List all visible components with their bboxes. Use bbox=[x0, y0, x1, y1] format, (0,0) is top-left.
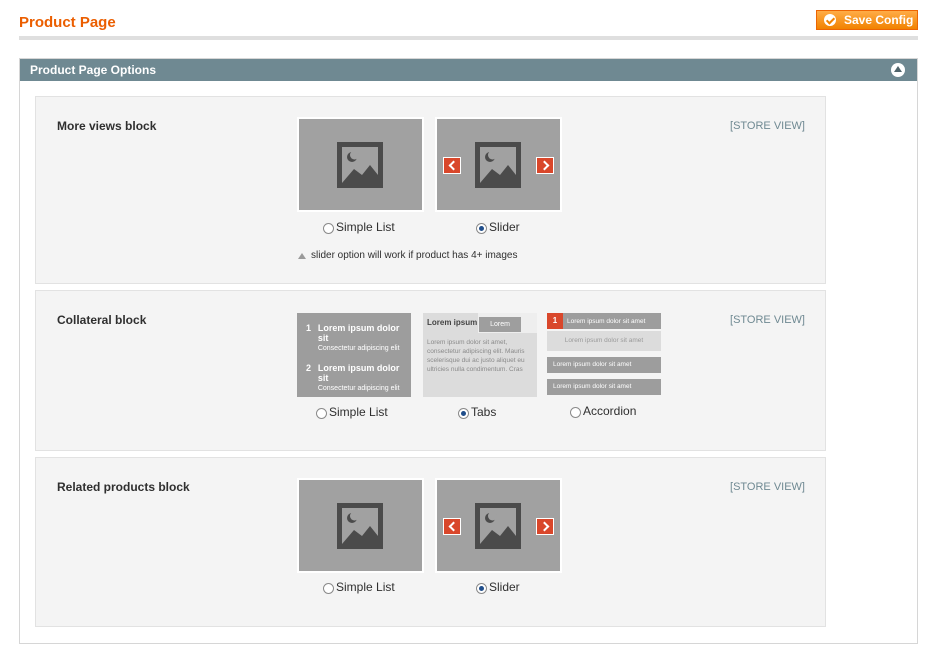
arrow-right-icon bbox=[536, 157, 554, 174]
save-config-button[interactable]: Save Config bbox=[816, 10, 918, 30]
preview-accordion-row: 1 Lorem ipsum dolor sit amet bbox=[547, 313, 661, 329]
collateral-scope: [STORE VIEW] bbox=[730, 314, 805, 326]
collateral-section: Collateral block [STORE VIEW] 1 Lorem ip… bbox=[35, 290, 826, 451]
page-title: Product Page bbox=[19, 14, 116, 31]
option-label: Simple List bbox=[329, 405, 388, 419]
title-divider bbox=[19, 36, 918, 40]
option-label: Accordion bbox=[583, 404, 637, 418]
preview-accordion-content: Lorem ipsum dolor sit amet bbox=[547, 331, 661, 351]
related-products-label: Related products block bbox=[57, 480, 190, 494]
option-label: Slider bbox=[489, 580, 520, 594]
arrow-left-icon bbox=[443, 518, 461, 535]
panel-header[interactable]: Product Page Options bbox=[20, 59, 917, 81]
image-placeholder-icon bbox=[337, 142, 383, 188]
preview-accordion-row: Lorem ipsum dolor sit amet bbox=[547, 357, 661, 373]
image-placeholder-icon bbox=[475, 142, 521, 188]
preview-accordion-row: Lorem ipsum dolor sit amet bbox=[547, 379, 661, 395]
related-slider-radio[interactable]: Slider bbox=[476, 580, 520, 594]
collateral-simple-list-preview[interactable]: 1 Lorem ipsum dolor sit Consectetur adipi… bbox=[297, 313, 411, 397]
radio-button[interactable] bbox=[323, 582, 334, 594]
simple-list-thumbnail[interactable] bbox=[297, 117, 424, 212]
slider-note-text: slider option will work if product has 4… bbox=[311, 250, 518, 261]
collateral-simple-list-radio[interactable]: Simple List bbox=[316, 405, 388, 419]
preview-tab: Lorem bbox=[479, 317, 521, 332]
slider-note: slider option will work if product has 4… bbox=[298, 250, 517, 261]
radio-button-selected[interactable] bbox=[476, 582, 487, 594]
collapse-up-icon[interactable] bbox=[891, 63, 905, 77]
option-label: Slider bbox=[489, 220, 520, 234]
radio-button-selected[interactable] bbox=[458, 407, 469, 419]
save-config-label: Save Config bbox=[844, 13, 914, 27]
radio-button[interactable] bbox=[316, 407, 327, 419]
related-products-section: Related products block [STORE VIEW] Simp… bbox=[35, 457, 826, 627]
info-triangle-icon bbox=[298, 252, 306, 259]
preview-tab-body: Lorem ipsum dolor sit amet, consectetur … bbox=[423, 333, 537, 397]
check-icon bbox=[824, 14, 836, 26]
preview-tab-active: Lorem ipsum bbox=[423, 313, 478, 333]
option-label: Simple List bbox=[336, 220, 395, 234]
more-views-scope: [STORE VIEW] bbox=[730, 120, 805, 132]
image-placeholder-icon bbox=[337, 503, 383, 549]
radio-button[interactable] bbox=[323, 222, 334, 234]
preview-item: 2 Lorem ipsum dolor sit Consectetur adipi… bbox=[306, 363, 400, 392]
slider-thumbnail[interactable] bbox=[435, 117, 562, 212]
collateral-tabs-radio[interactable]: Tabs bbox=[458, 405, 496, 419]
more-views-section: More views block [STORE VIEW] Simple Lis… bbox=[35, 96, 826, 284]
more-views-label: More views block bbox=[57, 119, 157, 133]
radio-button-selected[interactable] bbox=[476, 222, 487, 234]
more-views-slider-radio[interactable]: Slider bbox=[476, 220, 520, 234]
slider-thumbnail[interactable] bbox=[435, 478, 562, 573]
collateral-tabs-preview[interactable]: Lorem ipsum Lorem Lorem ipsum dolor sit … bbox=[423, 313, 537, 397]
preview-item: 1 Lorem ipsum dolor sit Consectetur adipi… bbox=[306, 323, 400, 352]
arrow-right-icon bbox=[536, 518, 554, 535]
simple-list-thumbnail[interactable] bbox=[297, 478, 424, 573]
related-simple-list-radio[interactable]: Simple List bbox=[323, 580, 395, 594]
option-label: Simple List bbox=[336, 580, 395, 594]
option-label: Tabs bbox=[471, 405, 497, 419]
collateral-accordion-radio[interactable]: Accordion bbox=[570, 404, 636, 418]
product-page-options-panel: Product Page Options More views block [S… bbox=[19, 58, 918, 644]
related-products-scope: [STORE VIEW] bbox=[730, 481, 805, 493]
radio-button[interactable] bbox=[570, 406, 581, 418]
arrow-left-icon bbox=[443, 157, 461, 174]
panel-title: Product Page Options bbox=[30, 63, 157, 77]
image-placeholder-icon bbox=[475, 503, 521, 549]
more-views-simple-list-radio[interactable]: Simple List bbox=[323, 220, 395, 234]
collateral-label: Collateral block bbox=[57, 313, 147, 327]
collateral-accordion-preview[interactable]: 1 Lorem ipsum dolor sit amet Lorem ipsum … bbox=[547, 313, 661, 397]
